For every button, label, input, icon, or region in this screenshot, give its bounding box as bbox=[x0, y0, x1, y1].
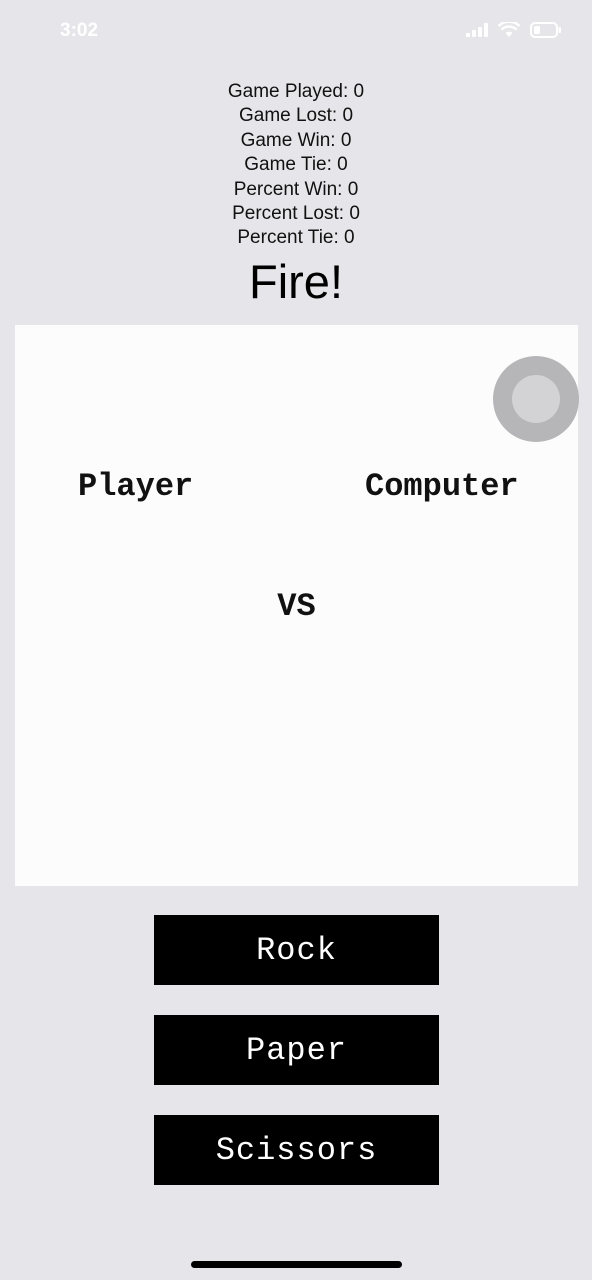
battery-icon bbox=[530, 22, 562, 43]
stats-panel: Game Played: 0 Game Lost: 0 Game Win: 0 … bbox=[0, 80, 592, 251]
cellular-signal-icon bbox=[466, 23, 488, 42]
page-title: Fire! bbox=[249, 255, 343, 308]
vs-label: VS bbox=[277, 588, 316, 625]
stat-games-lost: Game Lost: 0 bbox=[238, 105, 354, 127]
player-label: Player bbox=[78, 468, 194, 505]
status-time: 3:02 bbox=[60, 20, 99, 41]
stat-games-won: Game Win: 0 bbox=[240, 129, 352, 151]
paper-button[interactable]: Paper bbox=[154, 1015, 439, 1085]
rock-button[interactable]: Rock bbox=[154, 915, 439, 985]
stat-percent-tie: Percent Tie: 0 bbox=[237, 227, 355, 249]
wifi-icon bbox=[497, 20, 521, 43]
touch-indicator-icon bbox=[493, 356, 579, 442]
home-indicator[interactable] bbox=[191, 1261, 402, 1268]
status-bar: 3:02 bbox=[0, 0, 592, 64]
scissors-button[interactable]: Scissors bbox=[154, 1115, 439, 1185]
stat-games-played: Game Played: 0 bbox=[227, 81, 365, 102]
computer-label: Computer bbox=[365, 468, 519, 505]
stat-percent-lost: Percent Lost: 0 bbox=[232, 203, 360, 225]
touch-indicator-center bbox=[512, 375, 560, 423]
stat-games-tied: Game Tie: 0 bbox=[244, 154, 348, 176]
stat-percent-win: Percent Win: 0 bbox=[233, 178, 359, 200]
status-icons bbox=[466, 20, 562, 43]
